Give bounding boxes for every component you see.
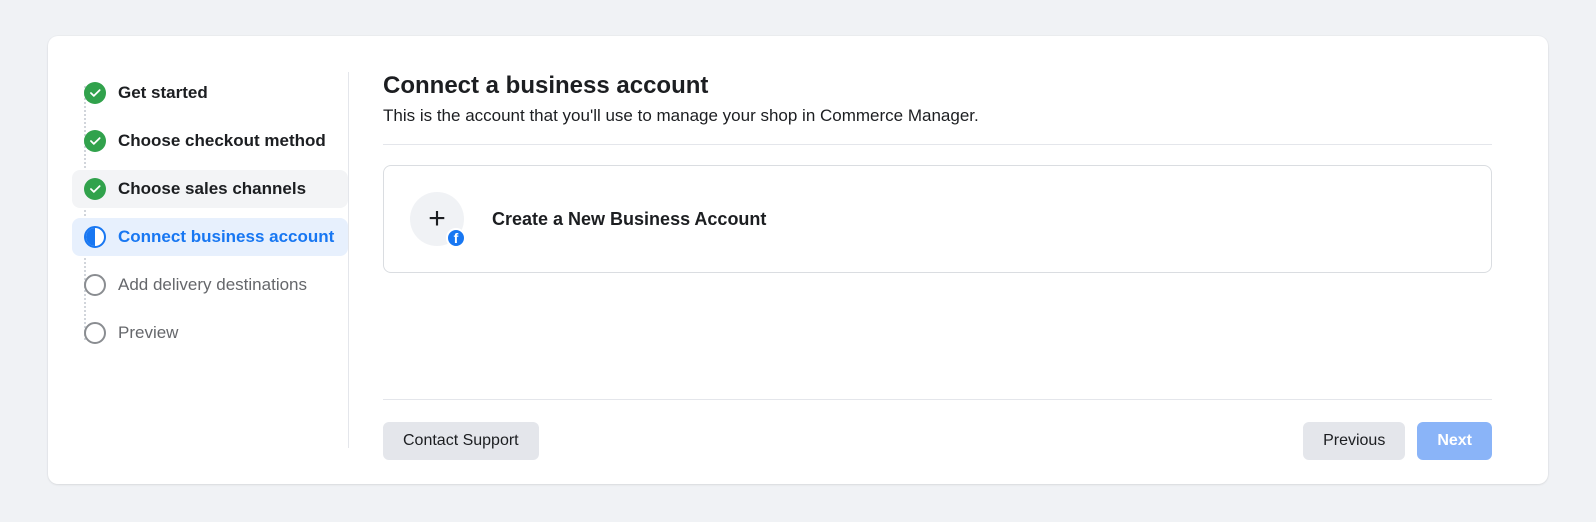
divider	[383, 144, 1492, 145]
step-label: Choose sales channels	[118, 179, 306, 199]
step-get-started[interactable]: Get started	[72, 74, 348, 112]
half-circle-icon	[84, 226, 106, 248]
empty-circle-icon	[84, 274, 106, 296]
main-content: Connect a business account This is the a…	[349, 36, 1548, 484]
page-title: Connect a business account	[383, 72, 1492, 100]
step-label: Get started	[118, 83, 208, 103]
create-account-label: Create a New Business Account	[492, 209, 766, 230]
step-label: Connect business account	[118, 227, 334, 247]
step-label: Preview	[118, 323, 178, 343]
previous-button[interactable]: Previous	[1303, 422, 1405, 460]
facebook-icon: f	[446, 228, 466, 248]
next-button[interactable]: Next	[1417, 422, 1492, 460]
step-connect-business-account[interactable]: Connect business account	[72, 218, 348, 256]
page-subtitle: This is the account that you'll use to m…	[383, 106, 1492, 126]
step-add-delivery-destinations[interactable]: Add delivery destinations	[72, 266, 348, 304]
step-label: Add delivery destinations	[118, 275, 307, 295]
step-label: Choose checkout method	[118, 131, 326, 151]
sidebar: Get started Choose checkout method Choos…	[48, 36, 348, 484]
divider	[383, 399, 1492, 400]
setup-wizard-card: Get started Choose checkout method Choos…	[48, 36, 1548, 484]
create-business-account-card[interactable]: + f Create a New Business Account	[383, 165, 1492, 273]
empty-circle-icon	[84, 322, 106, 344]
contact-support-button[interactable]: Contact Support	[383, 422, 539, 460]
plus-avatar: + f	[410, 192, 464, 246]
step-choose-checkout-method[interactable]: Choose checkout method	[72, 122, 348, 160]
check-icon	[84, 130, 106, 152]
step-list: Get started Choose checkout method Choos…	[72, 74, 348, 352]
check-icon	[84, 82, 106, 104]
step-preview[interactable]: Preview	[72, 314, 348, 352]
footer: Contact Support Previous Next	[383, 379, 1492, 460]
step-choose-sales-channels[interactable]: Choose sales channels	[72, 170, 348, 208]
footer-row: Contact Support Previous Next	[383, 422, 1492, 460]
plus-icon: +	[428, 204, 446, 234]
check-icon	[84, 178, 106, 200]
